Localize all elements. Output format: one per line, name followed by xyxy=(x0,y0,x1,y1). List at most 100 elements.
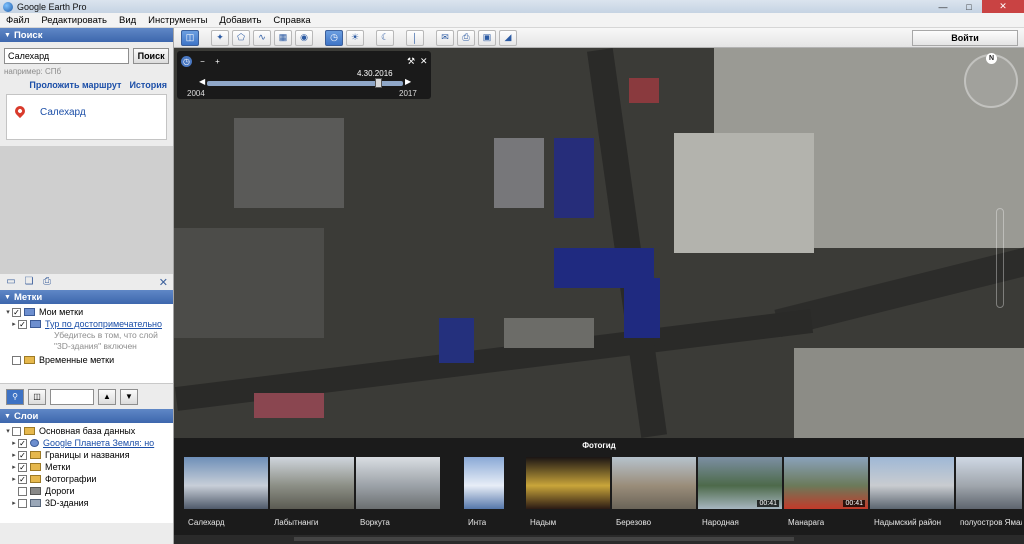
menu-file[interactable]: Файл xyxy=(0,15,35,26)
checkbox[interactable]: ✓ xyxy=(18,319,27,329)
tree-item-temporary[interactable]: Временные метки xyxy=(0,354,173,366)
close-button[interactable]: ✕ xyxy=(982,0,1024,13)
move-down-icon[interactable]: ▼ xyxy=(120,388,138,405)
photo-thumbnail[interactable]: 00:41 xyxy=(784,457,868,509)
checkbox[interactable]: ✓ xyxy=(18,438,27,448)
photo-guide-scrollbar[interactable] xyxy=(294,537,794,541)
zoom-slider[interactable] xyxy=(996,208,1004,308)
step-forward-icon[interactable]: ▶ xyxy=(405,77,411,86)
maximize-button[interactable]: □ xyxy=(956,0,982,13)
layer-item[interactable]: ▾ Основная база данных xyxy=(0,425,173,437)
photo-thumbnail-label[interactable]: Надымский район xyxy=(874,518,941,527)
email-icon[interactable]: ✉ xyxy=(436,29,454,46)
directions-link[interactable]: Проложить маршрут xyxy=(29,80,121,90)
layer-item[interactable]: ▸ ✓ Фотографии xyxy=(0,473,173,485)
record-tour-icon[interactable]: ◉ xyxy=(295,29,313,46)
add-path-icon[interactable]: ∿ xyxy=(253,29,271,46)
menu-help[interactable]: Справка xyxy=(267,15,316,26)
signin-button[interactable]: Войти xyxy=(912,30,1018,46)
sidebar-toggle-icon[interactable]: ◫ xyxy=(181,29,199,46)
photo-thumbnail-label[interactable]: Салехард xyxy=(188,518,225,527)
checkbox[interactable]: ✓ xyxy=(12,307,21,317)
historical-time-slider[interactable]: ◷ − + ⚒ ✕ 4.30.2016 ◀ ▶ 2004 2017 xyxy=(177,51,431,99)
photo-thumbnail[interactable]: 00:41 xyxy=(698,457,782,509)
photo-thumbnail-label[interactable]: Березово xyxy=(616,518,651,527)
slider-handle[interactable] xyxy=(375,78,383,88)
copy-icon[interactable]: ❏ xyxy=(23,277,35,287)
ruler-icon[interactable]: │ xyxy=(406,29,424,46)
checkbox[interactable] xyxy=(12,426,21,436)
menu-add[interactable]: Добавить xyxy=(213,15,267,26)
add-placemark-icon[interactable]: ✦ xyxy=(211,29,229,46)
print-icon[interactable]: ⎙ xyxy=(457,29,475,46)
layer-item[interactable]: Дороги xyxy=(0,485,173,497)
expand-icon[interactable]: ▸ xyxy=(10,439,18,447)
photo-thumbnail-label[interactable]: Надым xyxy=(530,518,556,527)
checkbox[interactable] xyxy=(12,355,21,365)
expand-icon[interactable]: ▸ xyxy=(10,320,18,328)
places-filter-input[interactable] xyxy=(50,388,94,405)
zoom-in-icon[interactable]: + xyxy=(212,56,223,67)
menu-tools[interactable]: Инструменты xyxy=(142,15,213,26)
expand-icon[interactable]: ▸ xyxy=(10,475,18,483)
layer-item[interactable]: ▸ ✓ Google Планета Земля: но xyxy=(0,437,173,449)
sunlight-icon[interactable]: ☀ xyxy=(346,29,364,46)
layer-item[interactable]: ▸ ✓ Метки xyxy=(0,461,173,473)
photo-thumbnail[interactable] xyxy=(270,457,354,509)
north-indicator[interactable]: N xyxy=(986,53,997,64)
collapse-icon[interactable]: ▾ xyxy=(4,427,12,435)
zoom-out-icon[interactable]: − xyxy=(197,56,208,67)
historical-imagery-icon[interactable]: ◷ xyxy=(325,29,343,46)
add-polygon-icon[interactable]: ⬠ xyxy=(232,29,250,46)
planets-icon[interactable]: ☾ xyxy=(376,29,394,46)
photo-thumbnail-label[interactable]: Народная xyxy=(702,518,739,527)
photo-thumbnail[interactable] xyxy=(184,457,268,509)
save-image-icon[interactable]: ▣ xyxy=(478,29,496,46)
slider-track[interactable] xyxy=(207,81,403,86)
tree-item-tour[interactable]: ▸ ✓ Тур по достопримечательно xyxy=(0,318,173,330)
checkbox[interactable] xyxy=(18,486,27,496)
photo-thumbnail-label[interactable]: Инта xyxy=(468,518,486,527)
checkbox[interactable] xyxy=(18,498,27,508)
layer-item[interactable]: ▸ 3D-здания xyxy=(0,497,173,509)
search-input[interactable] xyxy=(4,48,130,64)
wrench-icon[interactable]: ⚒ xyxy=(407,56,415,67)
photo-thumbnail[interactable] xyxy=(464,457,504,509)
step-back-icon[interactable]: ◀ xyxy=(199,77,205,86)
photo-thumbnail-label[interactable]: полуостров Ямал xyxy=(960,518,1022,527)
minimize-button[interactable]: — xyxy=(930,0,956,13)
photo-thumbnail[interactable] xyxy=(612,457,696,509)
map-view[interactable]: ◷ − + ⚒ ✕ 4.30.2016 ◀ ▶ 2004 2017 N xyxy=(174,48,1024,438)
panel-toggle-icon[interactable]: ◫ xyxy=(28,388,46,405)
collapse-icon[interactable]: ▾ xyxy=(4,308,12,316)
clear-results-icon[interactable]: ✕ xyxy=(159,276,168,289)
checkbox[interactable]: ✓ xyxy=(18,462,27,472)
move-up-icon[interactable]: ▲ xyxy=(98,388,116,405)
photo-thumbnail[interactable] xyxy=(526,457,610,509)
expand-icon[interactable]: ▸ xyxy=(10,463,18,471)
search-button[interactable]: Поиск xyxy=(133,48,169,64)
expand-icon[interactable]: ▸ xyxy=(10,451,18,459)
close-slider-icon[interactable]: ✕ xyxy=(420,56,428,67)
search-section-header[interactable]: ▼ Поиск xyxy=(0,28,173,42)
menu-edit[interactable]: Редактировать xyxy=(35,15,113,26)
photo-thumbnail-label[interactable]: Манарага xyxy=(788,518,824,527)
photo-thumbnail-label[interactable]: Лабытнанги xyxy=(274,518,318,527)
view-in-maps-icon[interactable]: ◢ xyxy=(499,29,517,46)
layer-label[interactable]: Google Планета Земля: но xyxy=(43,438,154,448)
search-places-icon[interactable]: ⚲ xyxy=(6,388,24,405)
layer-item[interactable]: ▸ ✓ Границы и названия xyxy=(0,449,173,461)
checkbox[interactable]: ✓ xyxy=(18,450,27,460)
folder-add-icon[interactable]: ▭ xyxy=(5,277,17,287)
expand-icon[interactable]: ▸ xyxy=(10,499,18,507)
navigation-compass[interactable]: N xyxy=(964,53,1018,108)
photo-thumbnail[interactable] xyxy=(956,457,1022,509)
history-link[interactable]: История xyxy=(129,80,167,90)
tree-item-my-places[interactable]: ▾ ✓ Мои метки xyxy=(0,306,173,318)
layers-section-header[interactable]: ▼ Слои xyxy=(0,409,173,423)
places-section-header[interactable]: ▼ Метки xyxy=(0,290,173,304)
photo-thumbnail[interactable] xyxy=(870,457,954,509)
clock-icon[interactable]: ◷ xyxy=(181,56,192,67)
search-result-item[interactable]: Салехард xyxy=(40,107,86,118)
tree-item-label[interactable]: Тур по достопримечательно xyxy=(45,319,162,329)
